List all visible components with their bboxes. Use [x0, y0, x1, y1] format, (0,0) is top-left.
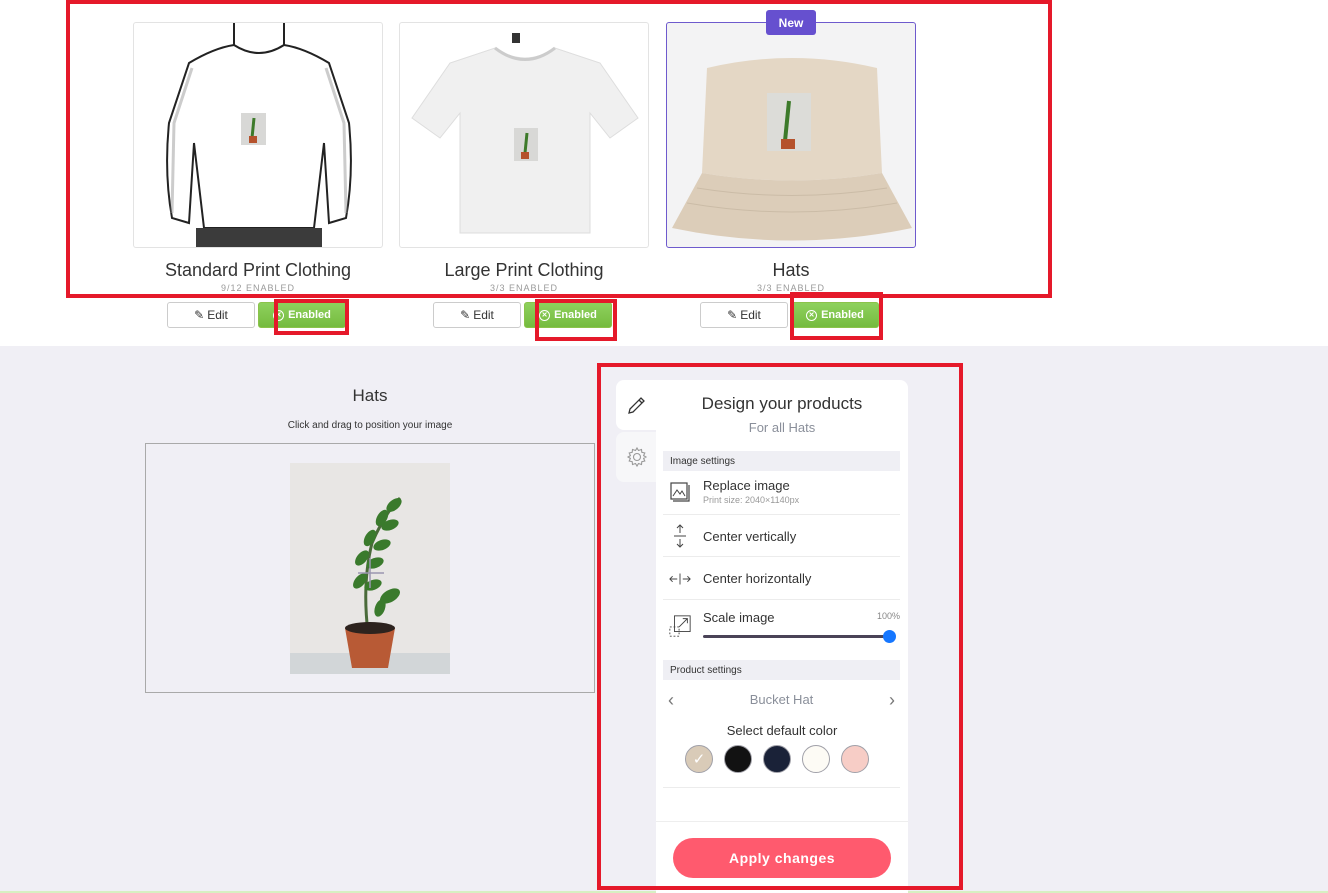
- enabled-count: 3/3 ENABLED: [756, 283, 826, 293]
- color-swatch-navy[interactable]: [763, 745, 791, 773]
- pencil-icon: [628, 397, 645, 414]
- replace-image-row[interactable]: Replace image Print size: 2040×1140px: [663, 473, 900, 515]
- design-canvas[interactable]: [145, 443, 595, 693]
- product-list-section: Standard Print Clothing 9/12 ENABLED ✎ E…: [0, 0, 1328, 346]
- product-thumbnail[interactable]: [666, 22, 916, 248]
- edit-icon: ✎: [460, 308, 471, 322]
- enabled-toggle-button[interactable]: ✕ Enabled: [791, 302, 879, 328]
- scale-slider-track[interactable]: [703, 630, 896, 643]
- color-swatch-black[interactable]: [724, 745, 752, 773]
- product-name: Bucket Hat: [749, 692, 814, 707]
- center-horizontally-label: Center horizontally: [703, 571, 812, 586]
- edit-button[interactable]: ✎ Edit: [433, 302, 521, 328]
- scale-value: 100%: [876, 611, 900, 621]
- design-image[interactable]: [290, 463, 450, 674]
- panel-tabs: [616, 380, 658, 482]
- arrows-horizontal-icon: [668, 567, 692, 591]
- divider: [663, 787, 900, 788]
- panel-subtitle: For all Hats: [748, 420, 816, 435]
- tab-design[interactable]: [616, 380, 658, 430]
- enabled-count: 9/12 ENABLED: [220, 283, 296, 293]
- edit-icon: ✎: [194, 308, 205, 322]
- product-switcher: ‹ Bucket Hat ›: [663, 690, 900, 710]
- color-swatch-white[interactable]: [802, 745, 830, 773]
- new-badge: New: [766, 10, 816, 35]
- tshirt-flat-image: [411, 33, 639, 234]
- product-title: Large Print Clothing: [444, 260, 604, 280]
- color-swatch-beige[interactable]: ✓: [685, 745, 713, 773]
- center-vertically-label: Center vertically: [703, 529, 797, 544]
- scale-slider-thumb[interactable]: [883, 630, 896, 643]
- scale-image-label: Scale image: [703, 610, 775, 625]
- edit-icon: ✎: [727, 308, 738, 322]
- product-thumbnail[interactable]: [133, 22, 383, 248]
- plant-photo: [290, 463, 450, 674]
- chevron-right-icon[interactable]: ›: [889, 690, 895, 711]
- scale-icon: [668, 614, 692, 638]
- center-horizontally-row[interactable]: Center horizontally: [663, 557, 900, 600]
- preview-hint: Click and drag to position your image: [287, 420, 453, 431]
- checkmark-icon: ✓: [692, 751, 706, 768]
- gear-icon: [626, 446, 648, 468]
- bucket-hat-image: [672, 58, 912, 241]
- color-swatch-pink[interactable]: [841, 745, 869, 773]
- footer-divider: [656, 821, 908, 822]
- product-thumbnail[interactable]: [399, 22, 649, 248]
- apply-changes-button[interactable]: Apply changes: [673, 838, 891, 878]
- x-circle-icon: ✕: [539, 309, 551, 321]
- print-size: Print size: 2040×1140px: [703, 495, 800, 505]
- tab-settings[interactable]: [616, 432, 658, 482]
- replace-image-label: Replace image: [703, 478, 790, 493]
- edit-button[interactable]: ✎ Edit: [700, 302, 788, 328]
- x-circle-icon: ✕: [273, 309, 285, 321]
- enabled-toggle-button[interactable]: ✕ Enabled: [524, 302, 612, 328]
- scale-image-row: Scale image 100%: [663, 600, 900, 652]
- x-circle-icon: ✕: [806, 309, 818, 321]
- image-settings-header: Image settings: [663, 451, 900, 471]
- edit-button[interactable]: ✎ Edit: [167, 302, 255, 328]
- product-title: Standard Print Clothing: [164, 260, 352, 280]
- center-vertically-row[interactable]: Center vertically: [663, 515, 900, 557]
- enabled-count: 3/3 ENABLED: [489, 283, 559, 293]
- arrows-vertical-icon: [668, 524, 692, 548]
- preview-title: Hats: [352, 386, 388, 405]
- panel-title: Design your products: [701, 394, 863, 413]
- tshirt-model-image: [166, 23, 352, 247]
- image-icon: [668, 480, 692, 504]
- color-swatches: ✓: [685, 745, 869, 773]
- enabled-toggle-button[interactable]: ✕ Enabled: [258, 302, 346, 328]
- product-title: Hats: [772, 260, 810, 280]
- design-panel: Design your products For all Hats Image …: [656, 380, 908, 893]
- select-color-label: Select default color: [726, 723, 838, 738]
- product-settings-header: Product settings: [663, 660, 900, 680]
